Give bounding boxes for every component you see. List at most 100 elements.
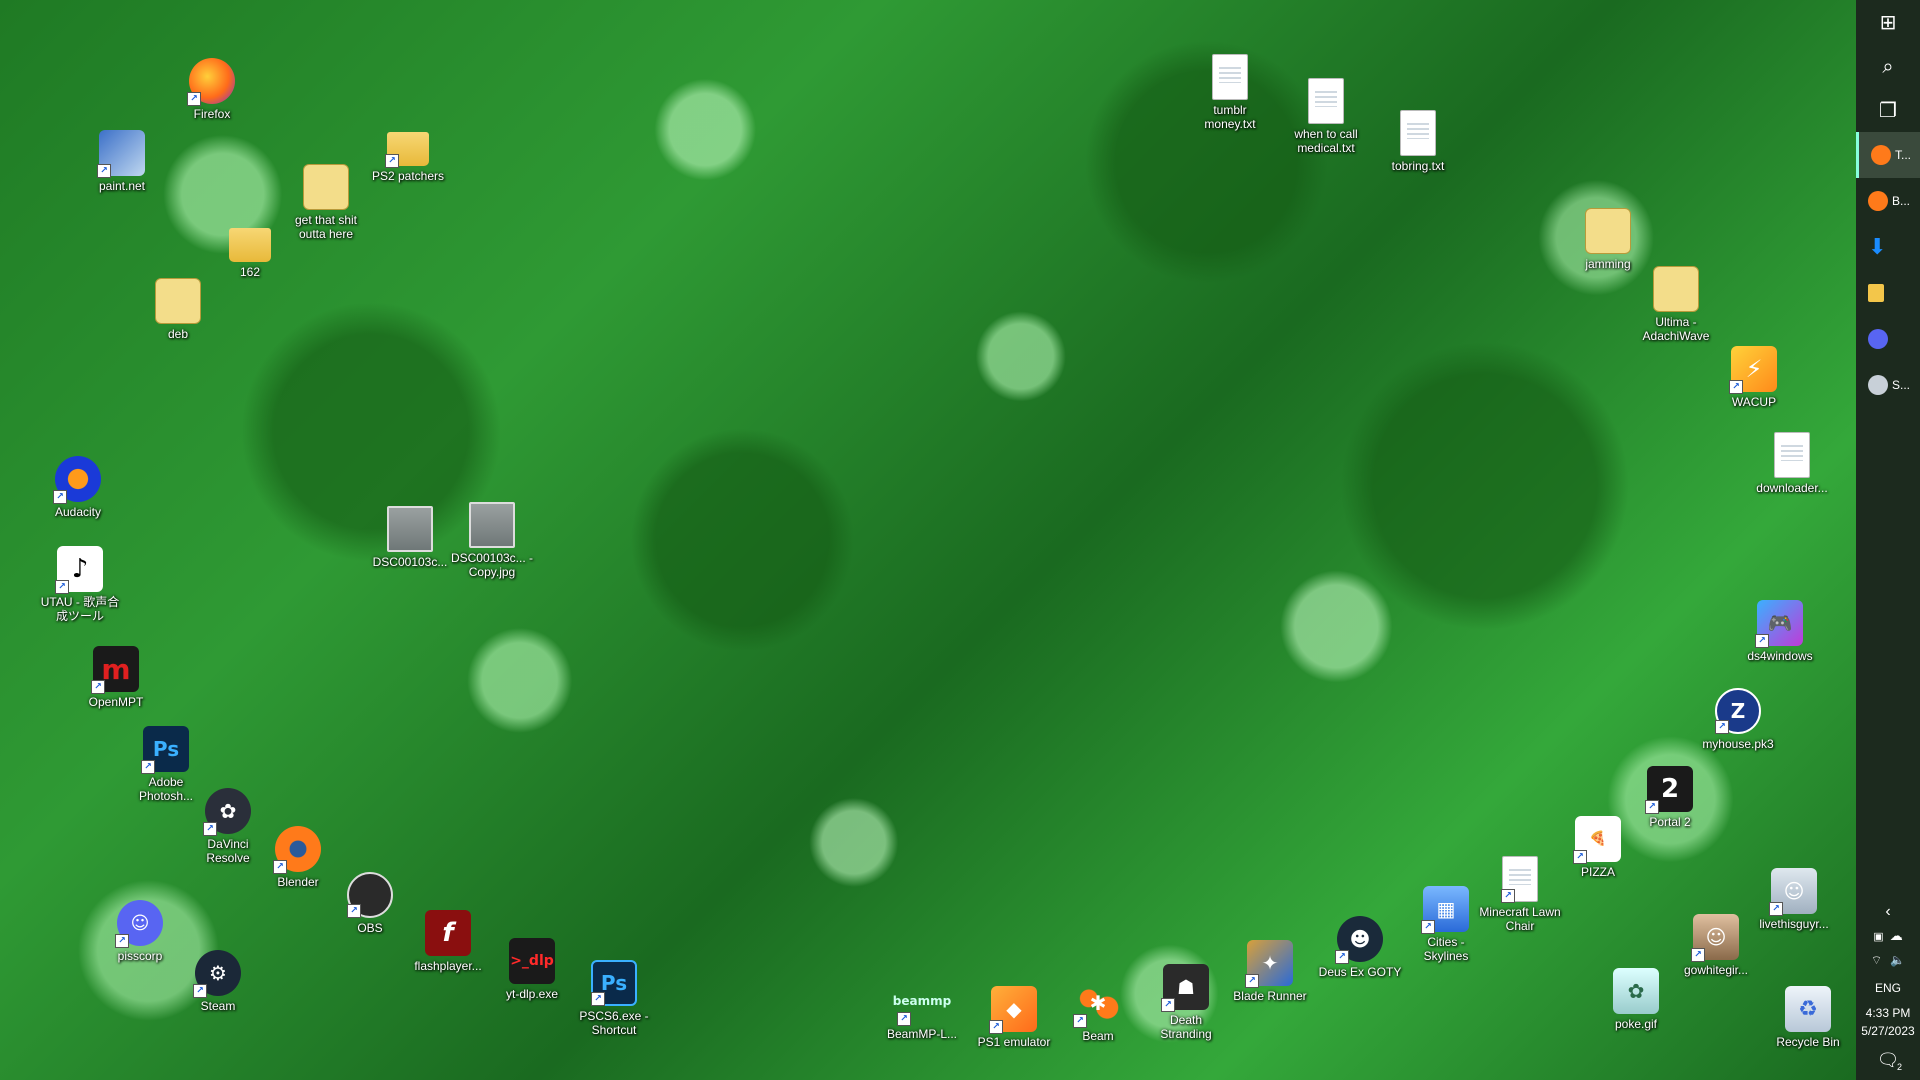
downloader-icon xyxy=(1774,432,1810,478)
icon-label: OBS xyxy=(357,921,383,935)
start-button[interactable]: ⊞ xyxy=(1856,0,1920,44)
firefox-icon: ↗ xyxy=(187,58,235,106)
jamming-icon xyxy=(1585,208,1631,254)
jamming-item[interactable]: jamming xyxy=(1566,208,1650,271)
taskbar-app-firefox-2[interactable]: B... xyxy=(1856,178,1920,224)
minecraft-chair-icon: ↗ xyxy=(1501,856,1538,903)
blender-icon: ↗ xyxy=(273,826,321,874)
recycle-bin[interactable]: ♻ Recycle Bin xyxy=(1766,986,1850,1049)
gowhitegir-shortcut[interactable]: ☺ ↗ gowhitegir... xyxy=(1674,914,1758,977)
pisscorp-shortcut[interactable]: ☺ ↗ pisscorp xyxy=(98,900,182,963)
task-view-button[interactable]: ❐ xyxy=(1856,88,1920,132)
beammp-icon: beammp ↗ xyxy=(892,994,952,1026)
taskbar-app-steam[interactable]: S... xyxy=(1856,362,1920,408)
icon-label: Blade Runner xyxy=(1233,989,1307,1003)
beammp-shortcut[interactable]: beammp ↗ BeamMP-L... xyxy=(880,978,964,1041)
icon-label: BeamMP-L... xyxy=(886,1027,958,1041)
yt-dlp-item[interactable]: >_dlp yt-dlp.exe xyxy=(490,938,574,1001)
taskbar-app-discord[interactable] xyxy=(1856,316,1920,362)
pizza-shortcut[interactable]: 🍕 ↗ PIZZA xyxy=(1556,816,1640,879)
notification-center-button[interactable]: 🗨 2 xyxy=(1856,1040,1920,1080)
get-that-shit-icon xyxy=(303,164,349,210)
openmpt-shortcut[interactable]: m ↗ OpenMPT xyxy=(74,646,158,709)
icon-label: ds4windows xyxy=(1747,649,1813,663)
meet-now-icon[interactable]: ▣ xyxy=(1873,930,1883,943)
beam-shortcut[interactable]: ✱ ↗ Beam xyxy=(1056,980,1140,1043)
livethisguy-shortcut[interactable]: ☺ ↗ livethisguyr... xyxy=(1752,868,1836,931)
icon-label: flashplayer... xyxy=(414,959,482,973)
taskbar-app-firefox-1[interactable]: T... xyxy=(1856,132,1920,178)
folder-162-icon xyxy=(229,228,271,262)
flashplayer-shortcut[interactable]: f flashplayer... xyxy=(406,910,490,973)
folder-162[interactable]: 162 xyxy=(208,216,292,279)
tumblr-money-file[interactable]: tumblr money.txt xyxy=(1188,54,1272,131)
taskbar-app-label: S... xyxy=(1892,378,1911,392)
photoshop-icon: Ps ↗ xyxy=(141,726,189,774)
dsc-photo-1[interactable]: DSC00103c... xyxy=(368,506,452,569)
downloader-item[interactable]: downloader... xyxy=(1750,432,1834,495)
pscs6-shortcut[interactable]: Ps ↗ PSCS6.exe - Shortcut xyxy=(572,960,656,1037)
audacity-shortcut[interactable]: ↗ Audacity xyxy=(36,456,120,519)
taskbar-app-explorer[interactable] xyxy=(1856,270,1920,316)
deb-item[interactable]: deb xyxy=(136,278,220,341)
deus-ex-icon: ☻ ↗ xyxy=(1335,916,1383,964)
get-that-shit-item[interactable]: get that shit outta here xyxy=(284,164,368,241)
paintnet-shortcut[interactable]: ↗ paint.net xyxy=(80,130,164,193)
firefox-shortcut[interactable]: ↗ Firefox xyxy=(170,58,254,121)
tray-overflow-button[interactable]: ‹ xyxy=(1856,900,1920,924)
network-icon[interactable]: ⌔ xyxy=(1871,953,1882,968)
portal2-shortcut[interactable]: 2 ↗ Portal 2 xyxy=(1628,766,1712,829)
clock-date[interactable]: 5/27/2023 xyxy=(1856,1022,1920,1040)
icon-label: Beam xyxy=(1082,1029,1114,1043)
deus-ex-shortcut[interactable]: ☻ ↗ Deus Ex GOTY xyxy=(1318,916,1402,979)
ps1-emulator-shortcut[interactable]: ◆ ↗ PS1 emulator xyxy=(972,986,1056,1049)
discord-icon xyxy=(1868,329,1888,349)
pisscorp-icon: ☺ ↗ xyxy=(115,900,163,948)
icon-label: PIZZA xyxy=(1580,865,1615,879)
language-indicator[interactable]: ENG xyxy=(1856,972,1920,1004)
icon-label: gowhitegir... xyxy=(1683,963,1749,977)
tobring-file[interactable]: tobring.txt xyxy=(1376,110,1460,173)
steam-shortcut[interactable]: ⚙ ↗ Steam xyxy=(176,950,260,1013)
steam-icon xyxy=(1868,375,1888,395)
icon-label: pisscorp xyxy=(117,949,163,963)
poke-gif-item[interactable]: ✿ poke.gif xyxy=(1594,968,1678,1031)
clock-time[interactable]: 4:33 PM xyxy=(1856,1004,1920,1022)
icon-label: Portal 2 xyxy=(1649,815,1691,829)
firefox-icon xyxy=(1868,191,1888,211)
medical-file[interactable]: when to call medical.txt xyxy=(1284,78,1368,155)
death-stranding-shortcut[interactable]: ☗ ↗ Death Stranding xyxy=(1144,964,1228,1041)
windows-icon: ⊞ xyxy=(1879,10,1897,34)
obs-icon: ↗ xyxy=(347,872,393,918)
minecraft-chair-item[interactable]: ↗ Minecraft Lawn Chair xyxy=(1478,856,1562,933)
ultima-item[interactable]: Ultima - AdachiWave xyxy=(1634,266,1718,343)
tray-icons-row-2: ⌔ 🔈 xyxy=(1856,948,1920,972)
icon-label: get that shit outta here xyxy=(294,213,358,241)
pscs6-icon: Ps ↗ xyxy=(591,960,637,1006)
tobring-icon xyxy=(1400,110,1436,156)
death-stranding-icon: ☗ ↗ xyxy=(1161,964,1209,1012)
taskbar-app-downloader[interactable]: ⬇ xyxy=(1856,224,1920,270)
wacup-shortcut[interactable]: ⚡ ↗ WACUP xyxy=(1712,346,1796,409)
onedrive-icon[interactable]: ☁ xyxy=(1890,928,1903,944)
search-button[interactable]: ⌕ xyxy=(1856,44,1920,88)
cities-skylines-icon: ▦ ↗ xyxy=(1421,886,1469,934)
volume-icon[interactable]: 🔈 xyxy=(1890,953,1905,967)
cities-skylines-shortcut[interactable]: ▦ ↗ Cities - Skylines xyxy=(1404,886,1488,963)
gowhitegir-icon: ☺ ↗ xyxy=(1691,914,1739,962)
myhouse-shortcut[interactable]: Z ↗ myhouse.pk3 xyxy=(1696,688,1780,751)
utau-shortcut[interactable]: ♪ ↗ UTAU - 歌声合成ツール xyxy=(38,546,122,623)
folder-icon xyxy=(1868,284,1884,302)
icon-label: myhouse.pk3 xyxy=(1702,737,1774,751)
beam-icon: ✱ ↗ xyxy=(1073,980,1121,1028)
ps1-emulator-icon: ◆ ↗ xyxy=(989,986,1037,1034)
ds4windows-shortcut[interactable]: 🎮 ↗ ds4windows xyxy=(1738,600,1822,663)
myhouse-icon: Z ↗ xyxy=(1715,688,1761,734)
ps2-patchers-folder[interactable]: ↗ PS2 patchers xyxy=(366,120,450,183)
yt-dlp-icon: >_dlp xyxy=(509,938,555,984)
icon-label: Firefox xyxy=(193,107,231,121)
blade-runner-shortcut[interactable]: ✦ ↗ Blade Runner xyxy=(1228,940,1312,1003)
notification-count: 2 xyxy=(1896,1062,1902,1072)
dsc-photo-2[interactable]: DSC00103c... - Copy.jpg xyxy=(450,502,534,579)
obs-shortcut[interactable]: ↗ OBS xyxy=(328,872,412,935)
